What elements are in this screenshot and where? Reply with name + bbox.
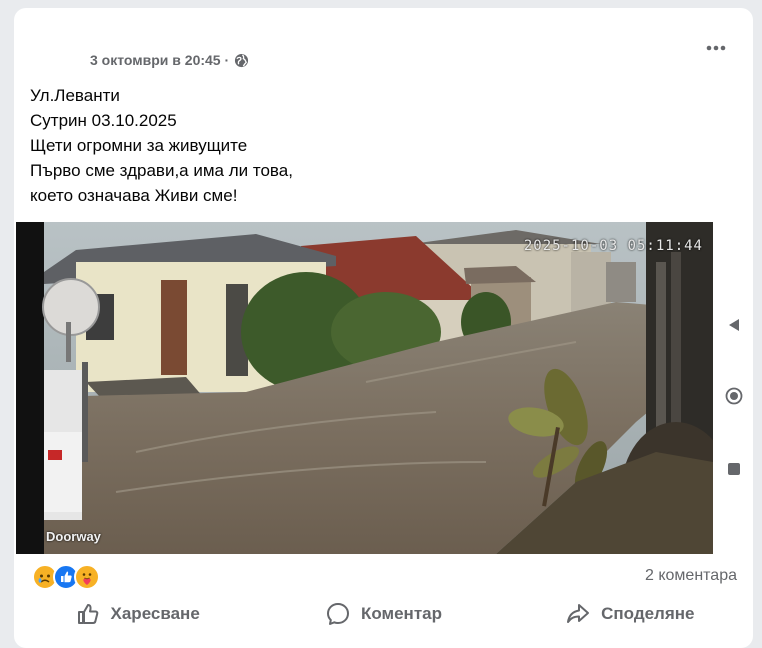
reaction-icons[interactable]: [32, 564, 100, 590]
post-media: 2025-10-03 05:11:44 Doorway: [14, 222, 753, 554]
comments-count[interactable]: 2 коментара: [645, 567, 737, 585]
flood-video[interactable]: 2025-10-03 05:11:44 Doorway: [16, 222, 713, 554]
share-arrow-icon: [567, 604, 590, 623]
comment-button-label: Коментар: [360, 604, 442, 623]
comment-button[interactable]: Коментар: [260, 596, 506, 632]
post-text-line: Ул.Леванти: [30, 86, 120, 105]
comment-bubble-icon: [326, 603, 349, 625]
post-meta: 3 октомври в 20:45 ·: [90, 52, 249, 68]
thumbs-up-icon: [77, 604, 98, 624]
post-text-line: Първо сме здрави,а има ли това,: [30, 161, 293, 180]
stop-icon[interactable]: [725, 460, 743, 478]
post-timestamp[interactable]: 3 октомври в 20:45 ·: [90, 52, 229, 68]
care-emoji-icon: [74, 564, 100, 590]
post-actions: Харесване Коментар Споделяне: [14, 596, 753, 632]
post-card: 3 октомври в 20:45 · Ул.Леванти Сутрин 0…: [14, 8, 753, 648]
video-watermark: Doorway: [46, 529, 101, 544]
record-icon[interactable]: [725, 387, 743, 405]
reactions-bar: 2 коментара: [14, 560, 753, 590]
post-text-line: Сутрин 03.10.2025: [30, 111, 177, 130]
share-button-label: Споделяне: [601, 604, 695, 623]
post-text: Ул.Леванти Сутрин 03.10.2025 Щети огромн…: [30, 83, 720, 208]
post-text-line: което означава Живи сме!: [30, 186, 238, 205]
like-button-label: Харесване: [110, 604, 200, 623]
share-button[interactable]: Споделяне: [507, 596, 753, 632]
post-header: 3 октомври в 20:45 ·: [14, 8, 753, 78]
post-text-line: Щети огромни за живущите: [30, 136, 248, 155]
like-button[interactable]: Харесване: [14, 596, 260, 632]
more-horizontal-icon[interactable]: [703, 38, 729, 58]
video-timestamp-overlay: 2025-10-03 05:11:44: [523, 238, 703, 254]
globe-icon: [234, 53, 249, 68]
triangle-left-icon[interactable]: [725, 316, 743, 334]
